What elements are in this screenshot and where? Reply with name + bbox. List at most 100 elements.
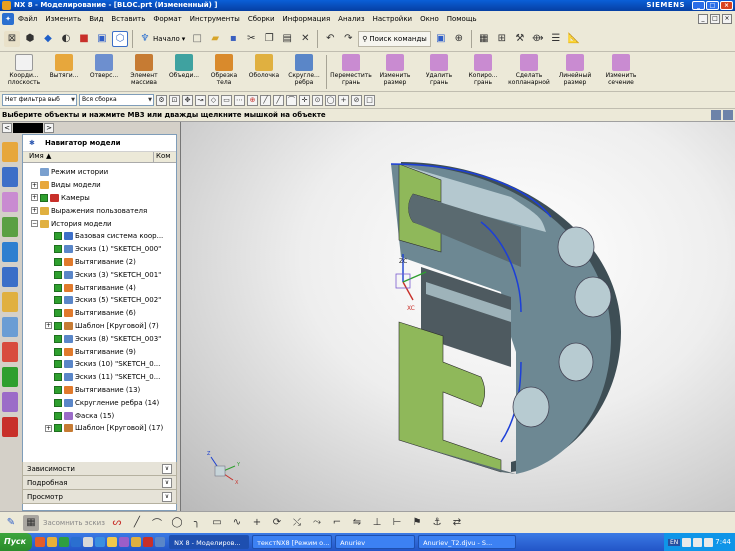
tree-item[interactable]: Эскиз (1) "SKETCH_000" <box>23 243 176 256</box>
redo-icon[interactable]: ↷ <box>340 31 356 47</box>
process-studio-icon[interactable] <box>2 317 18 337</box>
move-face-tool[interactable]: Переместить грань <box>329 52 373 92</box>
point-icon[interactable]: + <box>249 515 265 531</box>
visibility-checkbox[interactable] <box>54 398 62 407</box>
line-snap-icon[interactable]: ╱ <box>260 94 271 106</box>
visibility-checkbox[interactable] <box>54 334 62 343</box>
menu-view[interactable]: Вид <box>85 15 107 23</box>
menu-format[interactable]: Формат <box>149 15 185 23</box>
tree-item[interactable]: Вытягивание (4) <box>23 281 176 294</box>
point-on-curve-icon[interactable]: + <box>338 94 349 106</box>
visibility-checkbox[interactable] <box>54 347 62 356</box>
column-comment[interactable]: Ком <box>154 152 176 162</box>
save-icon[interactable]: ▪ <box>225 31 241 47</box>
sketch-icon[interactable]: ✎ <box>3 515 19 531</box>
tree-item[interactable]: Эскиз (11) "SKETCH_0... <box>23 371 176 384</box>
menu-window[interactable]: Окно <box>416 15 443 23</box>
quicklaunch-icon[interactable] <box>131 537 142 547</box>
menu-insert[interactable]: Вставить <box>107 15 149 23</box>
resize-tool[interactable]: Изменить размер <box>373 52 417 92</box>
visibility-checkbox[interactable] <box>54 245 62 254</box>
history-icon[interactable] <box>2 267 18 287</box>
ruler-icon[interactable]: 📐 <box>566 31 582 47</box>
control-snap-icon[interactable]: ⌒ <box>286 94 297 106</box>
visibility-checkbox[interactable] <box>54 309 62 318</box>
expand-toggle[interactable]: + <box>31 194 38 202</box>
open-folder-icon[interactable]: ▰ <box>207 31 223 47</box>
shaded-icon[interactable]: ◐ <box>58 31 74 47</box>
command-search[interactable]: ⚲ Поиск команды <box>358 30 431 47</box>
profile-icon[interactable]: ᔕ <box>109 515 125 531</box>
intersection-snap-icon[interactable]: ✛ <box>299 94 310 106</box>
tray-icon[interactable] <box>704 537 714 547</box>
rectangle-icon[interactable]: ▭ <box>209 515 225 531</box>
menu-information[interactable]: Информация <box>279 15 335 23</box>
quick-trim-icon[interactable]: ⤯ <box>289 515 305 531</box>
wrench-icon[interactable]: ⚒ <box>512 31 528 47</box>
tree-item[interactable]: Вытягивание (13) <box>23 384 176 397</box>
layout-icon[interactable]: ▦ <box>476 31 492 47</box>
pattern-feature-tool[interactable]: Элемент массива <box>124 52 164 92</box>
tree-icon[interactable]: ⊞ <box>494 31 510 47</box>
minimize-button[interactable]: _ <box>692 1 705 10</box>
convert-ref-icon[interactable]: ⇄ <box>449 515 465 531</box>
mid-snap-icon[interactable]: ╱ <box>273 94 284 106</box>
tree-item[interactable]: + Камеры <box>23 192 176 205</box>
filter-icon[interactable]: ⚙ <box>156 94 167 106</box>
visibility-checkbox[interactable] <box>54 411 62 420</box>
tree-item[interactable]: Режим истории <box>23 166 176 179</box>
language-indicator[interactable]: EN <box>667 538 681 546</box>
unite-tool[interactable]: Объеди... <box>164 52 204 92</box>
visibility-checkbox[interactable] <box>40 193 48 202</box>
make-corner-icon[interactable]: ⌐ <box>329 515 345 531</box>
datum-plane-tool[interactable]: Коорди... плоскость <box>4 52 44 92</box>
task-djvu[interactable]: Anuriev_T2.djvu - S... <box>418 535 517 549</box>
visibility-checkbox[interactable] <box>54 283 62 292</box>
offset-icon[interactable]: ⟳ <box>269 515 285 531</box>
face-rule-icon[interactable]: ◇ <box>208 94 219 106</box>
auto-constrain-icon[interactable]: ⚑ <box>409 515 425 531</box>
expand-toggle[interactable]: − <box>31 220 38 228</box>
selection-icon[interactable]: ⊕ <box>451 31 467 47</box>
copy-icon[interactable]: ❐ <box>261 31 277 47</box>
maximize-button[interactable]: □ <box>706 1 719 10</box>
tree-item[interactable]: − История модели <box>23 217 176 230</box>
hole-tool[interactable]: Отверс... <box>84 52 124 92</box>
view-active-icon[interactable]: ⬡ <box>112 30 128 47</box>
change-section-tool[interactable]: Изменить сечение <box>597 52 645 92</box>
app-menu-icon[interactable]: ✦ <box>2 12 14 25</box>
doc-restore-button[interactable]: □ <box>710 13 720 24</box>
doc-minimize-button[interactable]: _ <box>698 13 708 24</box>
expand-toggle[interactable]: + <box>45 424 52 432</box>
quicklaunch-icon[interactable] <box>47 537 58 547</box>
undo-icon[interactable]: ↶ <box>322 31 338 47</box>
tree-item[interactable]: Эскиз (3) "SKETCH_001" <box>23 268 176 281</box>
delete-icon[interactable]: ✕ <box>297 31 313 47</box>
tree-item[interactable]: + Выражения пользователя <box>23 204 176 217</box>
expand-toggle[interactable]: + <box>31 181 38 189</box>
menu-file[interactable]: Файл <box>14 15 41 23</box>
dimension-icon[interactable]: ⊢ <box>389 515 405 531</box>
quicklaunch-icon[interactable] <box>59 537 70 547</box>
tree-item[interactable]: Скругление ребра (14) <box>23 396 176 409</box>
visibility-checkbox[interactable] <box>54 373 62 382</box>
task-text-doc[interactable]: текстNX8 [Режим о... <box>252 535 333 549</box>
arc-icon[interactable]: ⌒ <box>149 515 165 531</box>
system-scenes-icon[interactable] <box>2 392 18 412</box>
tree-item[interactable]: Вытягивание (6) <box>23 307 176 320</box>
graphics-window[interactable]: ZC XC Z X Y <box>180 122 735 511</box>
tray-icon[interactable] <box>693 537 703 547</box>
scope-select[interactable]: Вся сборка <box>79 94 154 106</box>
tree-item[interactable]: Эскиз (10) "SKETCH_0... <box>23 358 176 371</box>
quicklaunch-icon[interactable] <box>95 537 106 547</box>
visibility-checkbox[interactable] <box>54 270 62 279</box>
close-button[interactable]: × <box>720 1 733 10</box>
visibility-checkbox[interactable] <box>54 385 62 394</box>
model-canvas[interactable]: ZC XC Z X Y <box>181 122 735 511</box>
tray-icon[interactable] <box>682 537 692 547</box>
type-filter-select[interactable]: Нет фильтра выб <box>2 94 77 106</box>
menu-tools[interactable]: Инструменты <box>186 15 244 23</box>
select-all-icon[interactable]: ⊡ <box>169 94 180 106</box>
menu-help[interactable]: Помощь <box>443 15 481 23</box>
menu-preferences[interactable]: Настройки <box>369 15 417 23</box>
